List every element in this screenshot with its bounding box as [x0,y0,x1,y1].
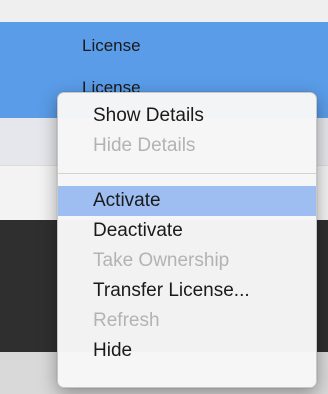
menu-item-activate[interactable]: Activate [58,186,316,216]
menu-item-show-details[interactable]: Show Details [58,101,316,131]
app-window: License License Show Details Hide Detail… [0,0,328,394]
row-license-label: License [82,36,141,55]
menu-item-hide[interactable]: Hide [58,336,316,366]
menu-item-hide-details[interactable]: Hide Details [58,131,316,161]
menu-item-deactivate[interactable]: Deactivate [58,216,316,246]
menu-separator [58,173,316,174]
menu-item-transfer-license[interactable]: Transfer License... [58,276,316,306]
context-menu: Show Details Hide Details Activate Deact… [57,92,317,388]
top-strip [0,0,328,22]
menu-item-take-ownership[interactable]: Take Ownership [58,246,316,276]
menu-item-refresh[interactable]: Refresh [58,306,316,336]
